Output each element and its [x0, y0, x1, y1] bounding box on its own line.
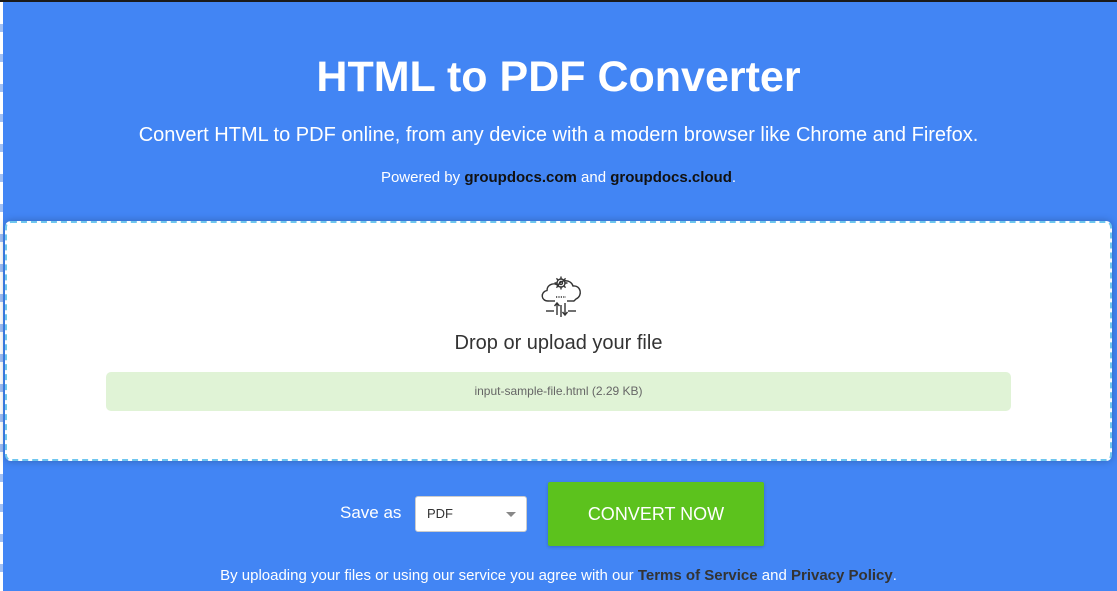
powered-by-suffix: .: [731, 169, 737, 186]
page-subtitle: Convert HTML to PDF online, from any dev…: [138, 124, 979, 146]
terms-prefix: By uploading your files or using our ser…: [220, 567, 638, 584]
terms-agreement-line: By uploading your files or using our ser…: [0, 566, 1117, 586]
file-dropzone[interactable]: Drop or upload your file input-sample-fi…: [5, 221, 1112, 461]
drop-upload-prompt[interactable]: Drop or upload your file: [7, 330, 1110, 356]
save-as-label: Save as: [340, 503, 402, 522]
terms-and: and: [757, 567, 791, 584]
cloud-gear-upload-icon: [541, 276, 581, 317]
powered-by-line: Powered by groupdocs.com and groupdocs.c…: [0, 168, 1117, 188]
terms-of-service-link[interactable]: Terms of Service: [638, 567, 758, 584]
page-title: HTML to PDF Converter: [316, 53, 801, 101]
format-select[interactable]: PDF: [415, 496, 527, 532]
terms-suffix: .: [892, 567, 897, 584]
powered-by-prefix: Powered by: [380, 169, 465, 186]
powered-by-and: and: [576, 169, 611, 186]
format-select-value: PDF: [427, 506, 453, 521]
chevron-down-icon: [506, 512, 516, 517]
groupdocs-cloud-link[interactable]: groupdocs.cloud: [610, 169, 732, 186]
groupdocs-com-link[interactable]: groupdocs.com: [464, 169, 577, 186]
uploaded-file-item: input-sample-file.html (2.29 KB): [106, 372, 1011, 411]
convert-now-button[interactable]: CONVERT NOW: [548, 482, 764, 546]
privacy-policy-link[interactable]: Privacy Policy: [791, 567, 893, 584]
